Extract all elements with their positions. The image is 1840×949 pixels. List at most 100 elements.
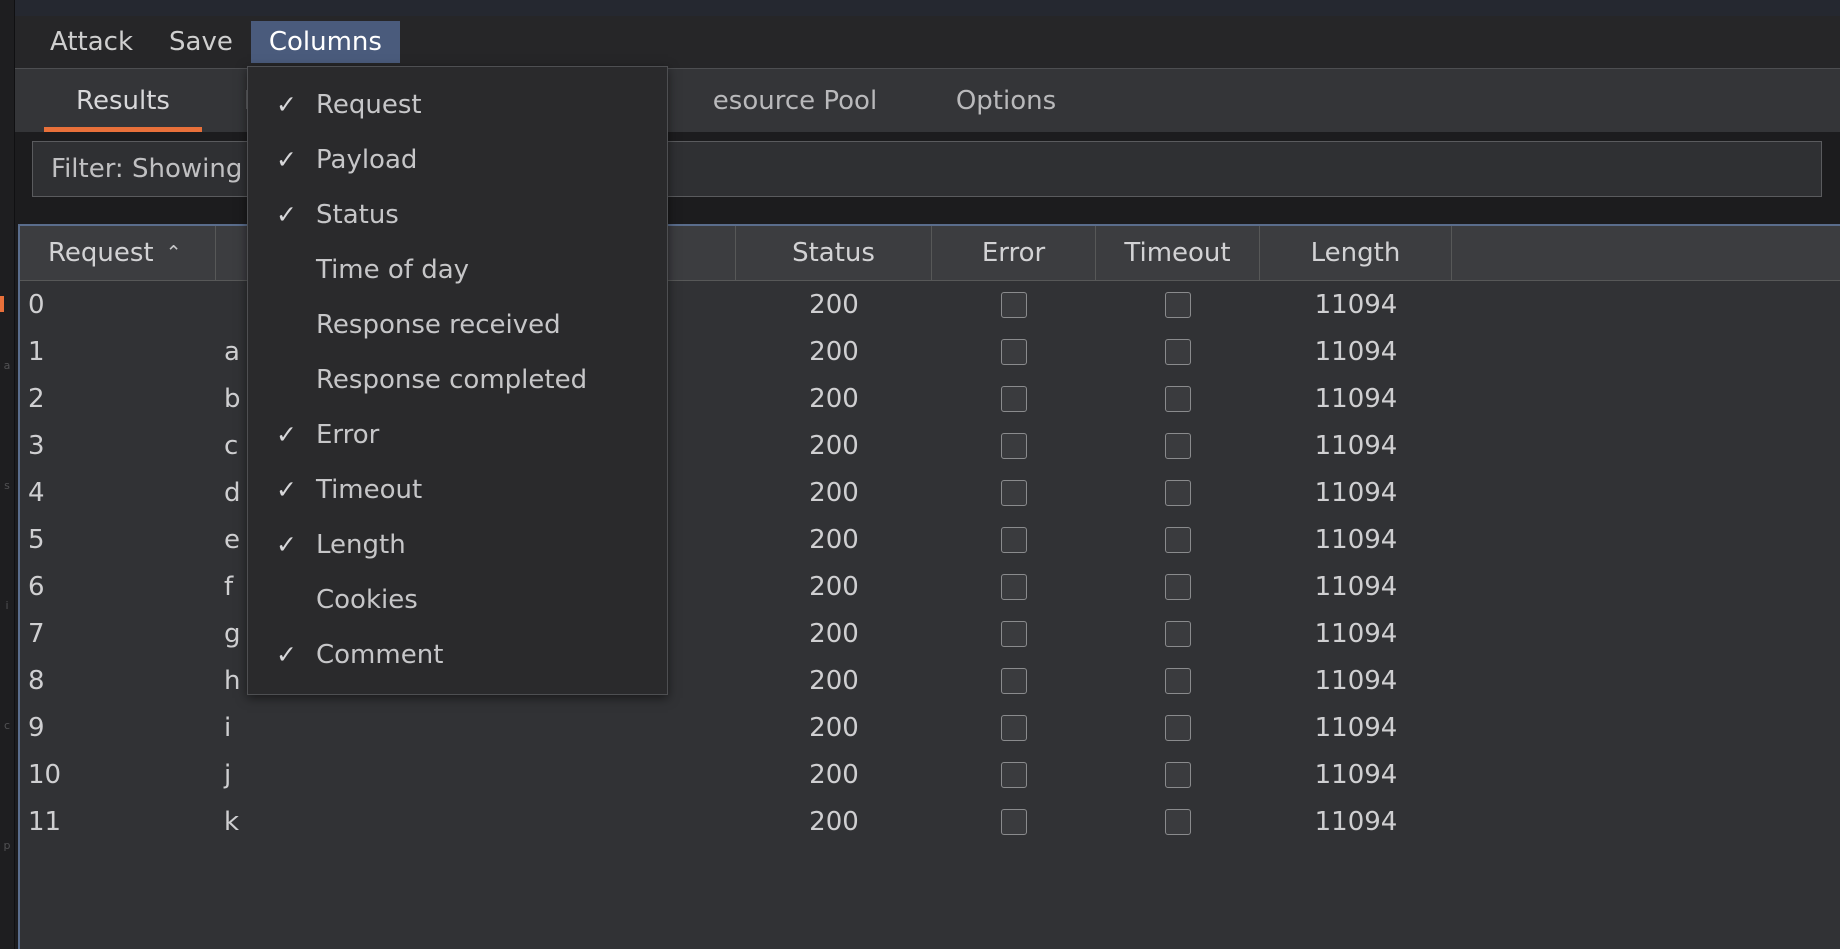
checkbox-error[interactable] (1001, 621, 1027, 647)
cell-error[interactable] (932, 798, 1096, 845)
cell-timeout[interactable] (1096, 610, 1260, 657)
menu-option-comment[interactable]: ✓Comment (248, 627, 667, 682)
cell-timeout[interactable] (1096, 469, 1260, 516)
menu-option-request[interactable]: ✓Request (248, 77, 667, 132)
menu-option-label: Status (316, 200, 399, 230)
cell-request: 4 (20, 469, 216, 516)
cell-error[interactable] (932, 328, 1096, 375)
column-header-status[interactable]: Status (736, 226, 932, 280)
cell-timeout[interactable] (1096, 375, 1260, 422)
menu-option-label: Time of day (316, 255, 469, 285)
checkbox-timeout[interactable] (1165, 668, 1191, 694)
menu-option-payload[interactable]: ✓Payload (248, 132, 667, 187)
cell-error[interactable] (932, 516, 1096, 563)
cell-timeout[interactable] (1096, 516, 1260, 563)
cell-timeout[interactable] (1096, 798, 1260, 845)
menu-item-save[interactable]: Save (151, 21, 251, 63)
tab-results[interactable]: Results (32, 69, 214, 132)
menu-option-response-received[interactable]: Response received (248, 297, 667, 352)
cell-timeout[interactable] (1096, 328, 1260, 375)
menu-item-attack[interactable]: Attack (32, 21, 151, 63)
cell-error[interactable] (932, 657, 1096, 704)
cell-error[interactable] (932, 422, 1096, 469)
checkbox-error[interactable] (1001, 762, 1027, 788)
checkbox-timeout[interactable] (1165, 292, 1191, 318)
cell-length: 11094 (1260, 610, 1452, 657)
checkbox-timeout[interactable] (1165, 527, 1191, 553)
menu-option-label: Length (316, 530, 406, 560)
checkbox-error[interactable] (1001, 574, 1027, 600)
checkbox-error[interactable] (1001, 292, 1027, 318)
cell-length: 11094 (1260, 328, 1452, 375)
checkbox-timeout[interactable] (1165, 574, 1191, 600)
cell-request: 1 (20, 328, 216, 375)
cell-length: 11094 (1260, 281, 1452, 328)
cell-timeout[interactable] (1096, 751, 1260, 798)
cell-timeout[interactable] (1096, 704, 1260, 751)
checkbox-timeout[interactable] (1165, 715, 1191, 741)
checkbox-timeout[interactable] (1165, 621, 1191, 647)
checkbox-timeout[interactable] (1165, 480, 1191, 506)
column-header-timeout[interactable]: Timeout (1096, 226, 1260, 280)
cell-spare (1452, 610, 1840, 657)
checkbox-error[interactable] (1001, 386, 1027, 412)
tab-options[interactable]: Options (932, 69, 1080, 132)
checkmark-icon: ✓ (276, 422, 302, 447)
table-row[interactable]: 10j20011094 (20, 751, 1840, 798)
cell-request: 9 (20, 704, 216, 751)
menu-option-time-of-day[interactable]: Time of day (248, 242, 667, 297)
cell-timeout[interactable] (1096, 657, 1260, 704)
cell-payload: j (216, 751, 318, 798)
menu-item-columns[interactable]: Columns (251, 21, 400, 63)
columns-dropdown-menu: ✓Request✓Payload✓StatusTime of dayRespon… (247, 66, 668, 695)
checkbox-error[interactable] (1001, 480, 1027, 506)
rail-active-indicator (0, 296, 4, 312)
menu-option-label: Request (316, 90, 422, 120)
checkbox-error[interactable] (1001, 433, 1027, 459)
column-header-error[interactable]: Error (932, 226, 1096, 280)
cell-error[interactable] (932, 704, 1096, 751)
table-row[interactable]: 9i20011094 (20, 704, 1840, 751)
cell-spare (1452, 704, 1840, 751)
menu-option-status[interactable]: ✓Status (248, 187, 667, 242)
column-header-length[interactable]: Length (1260, 226, 1452, 280)
checkbox-timeout[interactable] (1165, 762, 1191, 788)
checkbox-error[interactable] (1001, 339, 1027, 365)
checkbox-error[interactable] (1001, 715, 1027, 741)
left-sidebar-rail[interactable]: asicp (0, 0, 15, 949)
column-header-label: Timeout (1124, 238, 1230, 268)
checkbox-error[interactable] (1001, 668, 1027, 694)
checkbox-timeout[interactable] (1165, 386, 1191, 412)
rail-glyph: p (1, 840, 13, 852)
cell-request: 8 (20, 657, 216, 704)
cell-error[interactable] (932, 563, 1096, 610)
checkbox-timeout[interactable] (1165, 339, 1191, 365)
checkbox-timeout[interactable] (1165, 809, 1191, 835)
table-row[interactable]: 11k20011094 (20, 798, 1840, 845)
tab-esource-pool[interactable]: esource Pool (670, 69, 920, 132)
cell-timeout[interactable] (1096, 422, 1260, 469)
cell-timeout[interactable] (1096, 281, 1260, 328)
menu-option-timeout[interactable]: ✓Timeout (248, 462, 667, 517)
cell-error[interactable] (932, 610, 1096, 657)
cell-error[interactable] (932, 281, 1096, 328)
cell-status: 200 (736, 798, 932, 845)
cell-error[interactable] (932, 751, 1096, 798)
checkbox-error[interactable] (1001, 809, 1027, 835)
cell-timeout[interactable] (1096, 563, 1260, 610)
menu-option-error[interactable]: ✓Error (248, 407, 667, 462)
cell-error[interactable] (932, 469, 1096, 516)
cell-error[interactable] (932, 375, 1096, 422)
cell-spare (1452, 422, 1840, 469)
sort-ascending-icon: ⌃ (166, 244, 182, 263)
cell-request: 11 (20, 798, 216, 845)
window-top-band (14, 0, 1840, 16)
menu-option-length[interactable]: ✓Length (248, 517, 667, 572)
checkbox-timeout[interactable] (1165, 433, 1191, 459)
menu-option-response-completed[interactable]: Response completed (248, 352, 667, 407)
column-header-request[interactable]: Request⌃ (20, 226, 216, 280)
checkbox-error[interactable] (1001, 527, 1027, 553)
menu-option-label: Response received (316, 310, 561, 340)
menu-option-cookies[interactable]: Cookies (248, 572, 667, 627)
column-header-spare[interactable] (1452, 226, 1840, 280)
